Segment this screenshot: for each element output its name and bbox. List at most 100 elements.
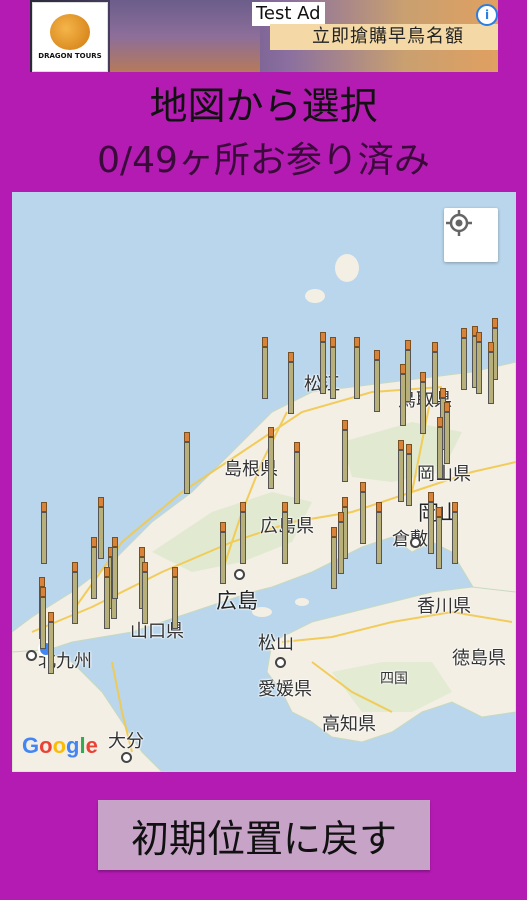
temple-marker[interactable] (331, 527, 337, 589)
marker-pole (338, 522, 344, 574)
temple-marker[interactable] (288, 352, 294, 414)
marker-pole (172, 577, 178, 629)
marker-pole (461, 338, 467, 390)
map-view[interactable]: 松江 鳥取県 島根県 岡山県 広島県 岡山 倉敷 広島 山口県 香川県 松山 北… (12, 192, 516, 772)
temple-marker[interactable] (184, 432, 190, 494)
dragon-logo-icon (50, 14, 90, 50)
marker-pole (240, 512, 246, 564)
marker-cap (172, 567, 178, 577)
temple-marker[interactable] (320, 332, 326, 394)
temple-marker[interactable] (420, 372, 426, 434)
temple-marker[interactable] (432, 342, 438, 404)
temple-marker[interactable] (294, 442, 300, 504)
city-dot-kitakyushu (26, 650, 37, 661)
temple-marker[interactable] (41, 502, 47, 564)
temple-marker[interactable] (91, 537, 97, 599)
ad-image (110, 0, 260, 72)
marker-cap (354, 337, 360, 347)
marker-pole (282, 512, 288, 564)
marker-cap (142, 562, 148, 572)
temple-marker[interactable] (268, 427, 274, 489)
google-logo: Google (22, 733, 98, 758)
temple-marker[interactable] (40, 587, 46, 649)
temple-marker[interactable] (112, 537, 118, 599)
temple-marker[interactable] (330, 337, 336, 399)
marker-cap (360, 482, 366, 492)
marker-cap (428, 492, 434, 502)
marker-cap (72, 562, 78, 572)
marker-cap (437, 417, 443, 427)
ad-headline: 立即搶購早鳥名額 (270, 24, 498, 50)
temple-marker[interactable] (476, 332, 482, 394)
temple-marker[interactable] (262, 337, 268, 399)
marker-pole (220, 532, 226, 584)
temple-marker[interactable] (48, 612, 54, 674)
city-dot-kurashiki (410, 537, 421, 548)
temple-marker[interactable] (436, 507, 442, 569)
marker-pole (112, 547, 118, 599)
temple-marker[interactable] (220, 522, 226, 584)
map-label-kurashiki: 倉敷 (392, 525, 428, 551)
marker-pole (262, 347, 268, 399)
info-icon[interactable]: i (476, 4, 498, 26)
marker-pole (142, 572, 148, 624)
marker-cap (320, 332, 326, 342)
temple-marker[interactable] (406, 444, 412, 506)
marker-cap (476, 332, 482, 342)
temple-marker[interactable] (98, 497, 104, 559)
temple-marker[interactable] (374, 350, 380, 412)
crosshair-icon (446, 210, 472, 236)
temple-marker[interactable] (400, 364, 406, 426)
temple-marker[interactable] (360, 482, 366, 544)
marker-pole (400, 374, 406, 426)
reset-position-button[interactable]: 初期位置に戻す (98, 800, 430, 870)
temple-marker[interactable] (488, 342, 494, 404)
marker-pole (420, 382, 426, 434)
temple-marker[interactable] (398, 440, 404, 502)
marker-pole (476, 342, 482, 394)
temple-marker[interactable] (282, 502, 288, 564)
temple-marker[interactable] (376, 502, 382, 564)
marker-pole (437, 427, 443, 479)
map-label-oita: 大分 (108, 731, 144, 752)
map-label-hiroshima: 広島 (216, 589, 258, 613)
temple-marker[interactable] (452, 502, 458, 564)
marker-cap (330, 337, 336, 347)
map-label-ehime: 愛媛県 (258, 679, 312, 700)
marker-cap (432, 342, 438, 352)
temple-marker[interactable] (72, 562, 78, 624)
marker-pole (436, 517, 442, 569)
temple-marker[interactable] (354, 337, 360, 399)
marker-cap (374, 350, 380, 360)
map-label-kochi: 高知県 (322, 714, 376, 735)
marker-pole (48, 622, 54, 674)
ad-banner[interactable]: DRAGON TOURS Test Ad 立即搶購早鳥名額 i ✕ (30, 0, 498, 72)
marker-cap (488, 342, 494, 352)
marker-cap (48, 612, 54, 622)
marker-pole (320, 342, 326, 394)
temple-marker[interactable] (428, 492, 434, 554)
temple-marker[interactable] (142, 562, 148, 624)
temple-marker[interactable] (461, 328, 467, 390)
marker-pole (268, 437, 274, 489)
map-label-kagawa: 香川県 (417, 596, 471, 617)
ad-logo-text: DRAGON TOURS (38, 52, 102, 60)
temple-marker[interactable] (338, 512, 344, 574)
visit-progress: 0/49ヶ所お参り済み (97, 140, 430, 181)
marker-pole (444, 412, 450, 464)
temple-marker[interactable] (437, 417, 443, 479)
my-location-button[interactable] (444, 208, 498, 262)
marker-pole (294, 452, 300, 504)
marker-pole (41, 512, 47, 564)
temple-marker[interactable] (240, 502, 246, 564)
marker-cap (220, 522, 226, 532)
temple-marker[interactable] (104, 567, 110, 629)
temple-marker[interactable] (342, 420, 348, 482)
map-label-shikoku: 四国 (380, 671, 408, 687)
temple-marker[interactable] (444, 402, 450, 464)
city-dot-matsuyama (275, 657, 286, 668)
marker-cap (282, 502, 288, 512)
marker-pole (376, 512, 382, 564)
temple-marker[interactable] (172, 567, 178, 629)
marker-cap (342, 420, 348, 430)
